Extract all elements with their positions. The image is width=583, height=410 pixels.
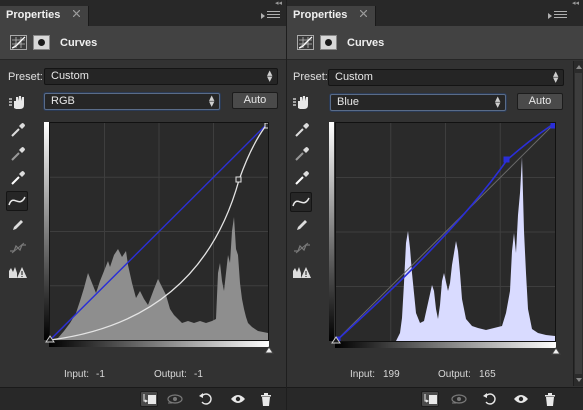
properties-panel-right: ◂◂ Properties Curves Preset: Custom ▲ ▼ B… xyxy=(287,0,583,410)
tab-properties-label: Properties xyxy=(6,9,61,21)
tab-properties[interactable]: Properties xyxy=(0,6,90,26)
preset-value: Custom xyxy=(51,70,89,82)
input-value: -1 xyxy=(96,369,105,380)
preset-label: Preset: xyxy=(8,71,43,83)
preset-select[interactable]: Custom ▲ ▼ xyxy=(328,69,564,86)
eyedropper-black-icon[interactable] xyxy=(291,120,313,140)
input-gradient-bar xyxy=(335,342,556,348)
curves-graph-svg[interactable] xyxy=(336,123,555,341)
auto-button[interactable]: Auto xyxy=(517,93,563,110)
tab-row: Properties xyxy=(0,6,286,26)
curves-graph[interactable] xyxy=(335,122,556,342)
smooth-icon xyxy=(291,238,313,258)
input-label: Input: xyxy=(350,369,376,380)
input-value: 199 xyxy=(383,369,400,380)
layer-mask-icon[interactable] xyxy=(320,35,337,50)
black-point-slider[interactable] xyxy=(331,336,341,344)
smooth-icon xyxy=(7,238,29,258)
scroll-thumb[interactable] xyxy=(575,73,582,374)
close-tab-icon[interactable] xyxy=(360,10,368,17)
preset-select[interactable]: Custom ▲ ▼ xyxy=(44,68,278,85)
visibility-eye-icon[interactable] xyxy=(229,391,247,407)
channel-value: RGB xyxy=(51,95,75,107)
control-point[interactable] xyxy=(235,176,242,183)
control-point-end[interactable] xyxy=(264,123,268,129)
pencil-icon[interactable] xyxy=(291,215,313,235)
clipping-warning-icon[interactable] xyxy=(7,262,29,282)
curves-adjustment-icon[interactable] xyxy=(297,35,314,50)
preset-value: Custom xyxy=(335,71,373,83)
eyedropper-black-icon[interactable] xyxy=(7,120,29,140)
control-point[interactable] xyxy=(503,156,510,163)
adjustment-header: Curves xyxy=(287,26,583,60)
output-label: Output: xyxy=(438,369,471,380)
view-previous-icon[interactable] xyxy=(450,391,468,407)
curve-edit-icon[interactable] xyxy=(290,192,312,212)
channel-value: Blue xyxy=(337,96,360,108)
reset-icon[interactable] xyxy=(481,391,499,407)
output-value: 165 xyxy=(479,369,496,380)
curves-adjustment-icon[interactable] xyxy=(10,35,27,50)
eyedropper-gray-icon[interactable] xyxy=(7,144,29,164)
updown-arrows-icon: ▲ ▼ xyxy=(209,94,215,108)
targeted-adjustment-hand-icon[interactable] xyxy=(7,92,29,112)
preset-label: Preset: xyxy=(293,71,328,83)
adjustment-title: Curves xyxy=(347,37,385,49)
updown-arrows-icon: ▲ ▼ xyxy=(553,70,559,84)
eyedropper-gray-icon[interactable] xyxy=(291,144,313,164)
adjustment-title: Curves xyxy=(60,37,98,49)
tab-row: Properties xyxy=(287,6,583,26)
panel-menu-icon[interactable] xyxy=(261,11,280,21)
eyedropper-white-icon[interactable] xyxy=(291,168,313,188)
updown-arrows-icon: ▲ ▼ xyxy=(267,69,273,83)
tab-properties-label: Properties xyxy=(293,9,348,21)
clipping-warning-icon[interactable] xyxy=(291,262,313,282)
curves-graph[interactable] xyxy=(49,122,269,341)
bottom-toolbar xyxy=(0,387,286,410)
clip-to-layer-icon[interactable] xyxy=(140,391,158,407)
targeted-adjustment-hand-icon[interactable] xyxy=(291,92,313,112)
bottom-toolbar xyxy=(287,387,583,410)
white-point-slider[interactable] xyxy=(551,347,561,355)
input-label: Input: xyxy=(64,369,90,380)
curve-edit-icon[interactable] xyxy=(6,191,28,211)
view-previous-icon[interactable] xyxy=(166,391,184,407)
scroll-up-icon[interactable] xyxy=(576,65,582,69)
visibility-eye-icon[interactable] xyxy=(512,391,530,407)
clip-to-layer-icon[interactable] xyxy=(421,391,439,407)
white-point-slider[interactable] xyxy=(264,346,274,354)
channel-select[interactable]: Blue ▲ ▼ xyxy=(330,94,506,111)
scroll-down-icon[interactable] xyxy=(576,378,582,382)
updown-arrows-icon: ▲ ▼ xyxy=(495,95,501,109)
pencil-icon[interactable] xyxy=(7,215,29,235)
reset-icon[interactable] xyxy=(197,391,215,407)
panel-menu-icon[interactable] xyxy=(548,11,567,21)
black-point-slider[interactable] xyxy=(45,335,55,343)
output-label: Output: xyxy=(154,369,187,380)
layer-mask-icon[interactable] xyxy=(33,35,50,50)
input-gradient-bar xyxy=(49,341,269,347)
tab-properties[interactable]: Properties xyxy=(287,6,377,26)
channel-select[interactable]: RGB ▲ ▼ xyxy=(44,93,220,110)
adjustment-header: Curves xyxy=(0,26,286,60)
auto-button[interactable]: Auto xyxy=(232,92,278,109)
delete-trash-icon[interactable] xyxy=(257,391,275,407)
eyedropper-white-icon[interactable] xyxy=(7,168,29,188)
control-point-end[interactable] xyxy=(550,123,555,129)
close-tab-icon[interactable] xyxy=(73,10,81,17)
output-value: -1 xyxy=(194,369,203,380)
curves-graph-svg[interactable] xyxy=(50,123,268,340)
output-gradient-bar xyxy=(329,122,334,341)
properties-panel-left: ◂◂ Properties Curves Preset: Custom ▲ ▼ R… xyxy=(0,0,287,410)
delete-trash-icon[interactable] xyxy=(541,391,559,407)
panel-scrollbar[interactable] xyxy=(573,61,583,386)
